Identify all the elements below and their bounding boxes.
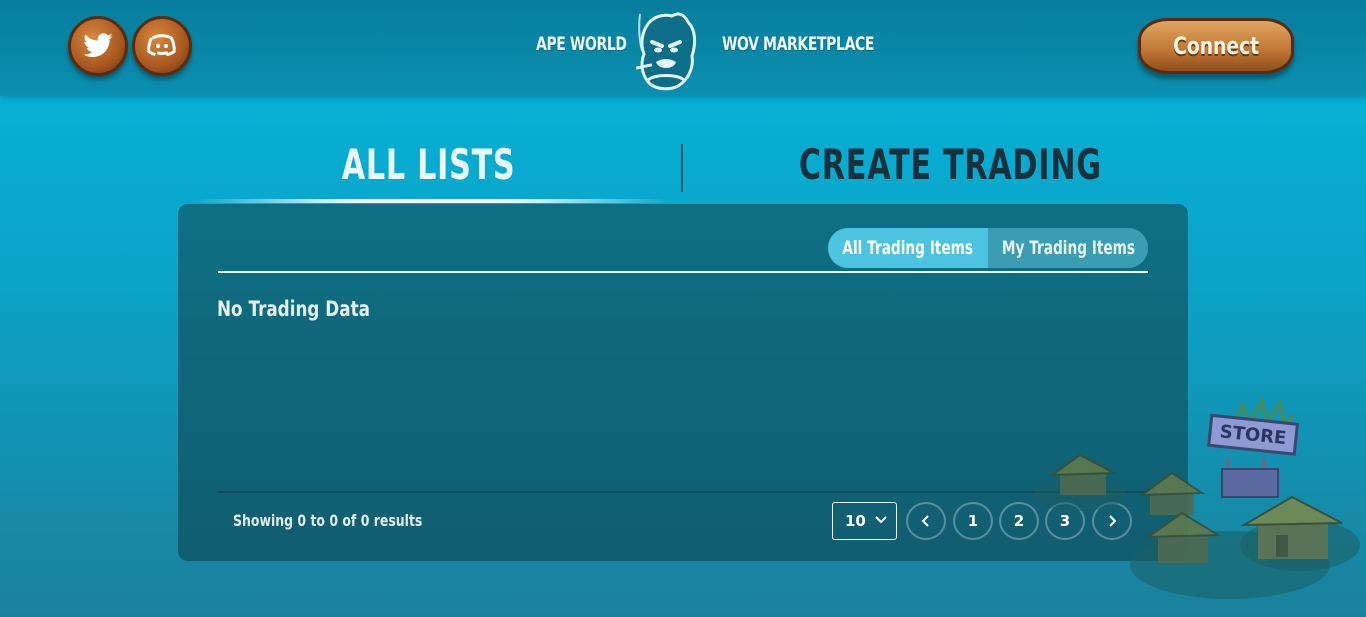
trading-items-toggle: All Trading Items My Trading Items [828,228,1148,268]
twitter-button[interactable] [68,16,128,76]
store-village-illustration: STORE [1034,396,1360,599]
twitter-icon [83,33,113,58]
my-trading-items-button[interactable]: My Trading Items [988,228,1148,268]
chevron-down-icon [875,516,887,524]
footer-divider [218,491,1148,493]
empty-state-message: No Trading Data [217,297,370,321]
connect-button[interactable]: Connect [1138,18,1294,74]
nav-wov-marketplace[interactable]: WOV MARKETPLACE [722,33,874,55]
tab-create-trading[interactable]: CREATE TRADING [740,140,1130,189]
results-summary: Showing 0 to 0 of 0 results [233,511,423,530]
active-tab-underline [196,199,668,203]
chevron-left-icon [921,515,929,527]
tab-create-trading-label: CREATE TRADING [798,140,1102,189]
page-size-select[interactable]: 10 [832,502,897,540]
panel-divider [218,271,1148,273]
all-trading-items-button[interactable]: All Trading Items [828,228,988,268]
tab-all-lists-label: ALL LISTS [342,140,516,189]
connect-label: Connect [1173,32,1259,60]
tab-all-lists[interactable]: ALL LISTS [304,140,554,189]
my-trading-items-label: My Trading Items [1001,237,1135,259]
page-button-1[interactable]: 1 [953,502,993,540]
top-header: APE WORLD WOV MARKETPLACE Connect [0,0,1366,96]
prev-page-button[interactable] [906,502,946,540]
page-size-value: 10 [845,512,866,530]
discord-icon [147,34,176,56]
nav-ape-world[interactable]: APE WORLD [536,33,627,55]
ape-logo-icon[interactable] [634,10,698,92]
discord-button[interactable] [132,16,192,76]
tab-divider [681,144,683,192]
all-trading-items-label: All Trading Items [842,237,974,259]
